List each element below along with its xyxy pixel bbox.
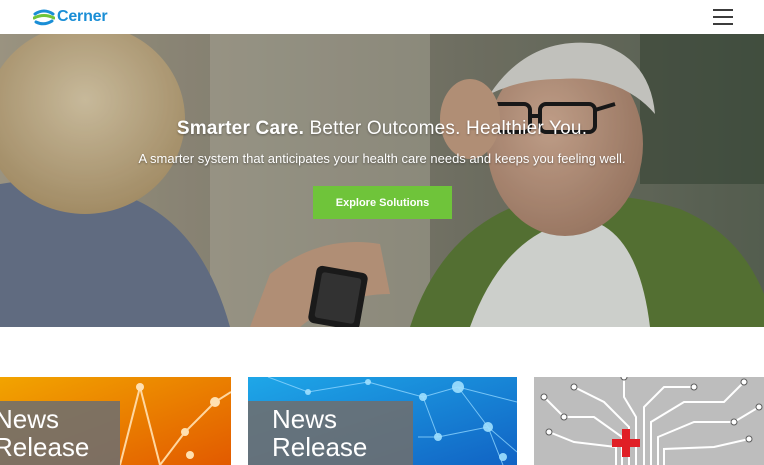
- hero-title-rest: Better Outcomes. Healthier You.: [304, 118, 588, 139]
- hero-title: Smarter Care. Better Outcomes. Healthier…: [0, 118, 764, 140]
- news-card-1[interactable]: News Release: [0, 377, 231, 465]
- news-card-2-line2: Release: [272, 432, 368, 462]
- innovation-card[interactable]: [534, 377, 764, 465]
- hero-subtitle: A smarter system that anticipates your h…: [138, 151, 626, 166]
- site-header: Cerner: [0, 0, 764, 34]
- cerner-logo[interactable]: Cerner: [33, 7, 108, 27]
- hero-banner: Smarter Care. Better Outcomes. Healthier…: [0, 34, 764, 327]
- hero-title-strong: Smarter Care.: [176, 118, 305, 139]
- news-card-1-line2: Release: [0, 432, 90, 462]
- cerner-logo-icon: [33, 9, 55, 26]
- circuit-tree-image: [534, 377, 764, 465]
- news-card-2-line1: News: [272, 404, 338, 434]
- news-card-1-label: News Release: [0, 401, 120, 465]
- logo-text: Cerner: [57, 8, 108, 25]
- hero-photo: [0, 34, 764, 327]
- hamburger-menu-icon[interactable]: [713, 9, 733, 25]
- explore-solutions-button[interactable]: Explore Solutions: [313, 186, 452, 219]
- news-card-2-label: News Release: [248, 401, 413, 465]
- news-card-2[interactable]: News Release: [248, 377, 517, 465]
- news-card-1-line1: News: [0, 404, 60, 434]
